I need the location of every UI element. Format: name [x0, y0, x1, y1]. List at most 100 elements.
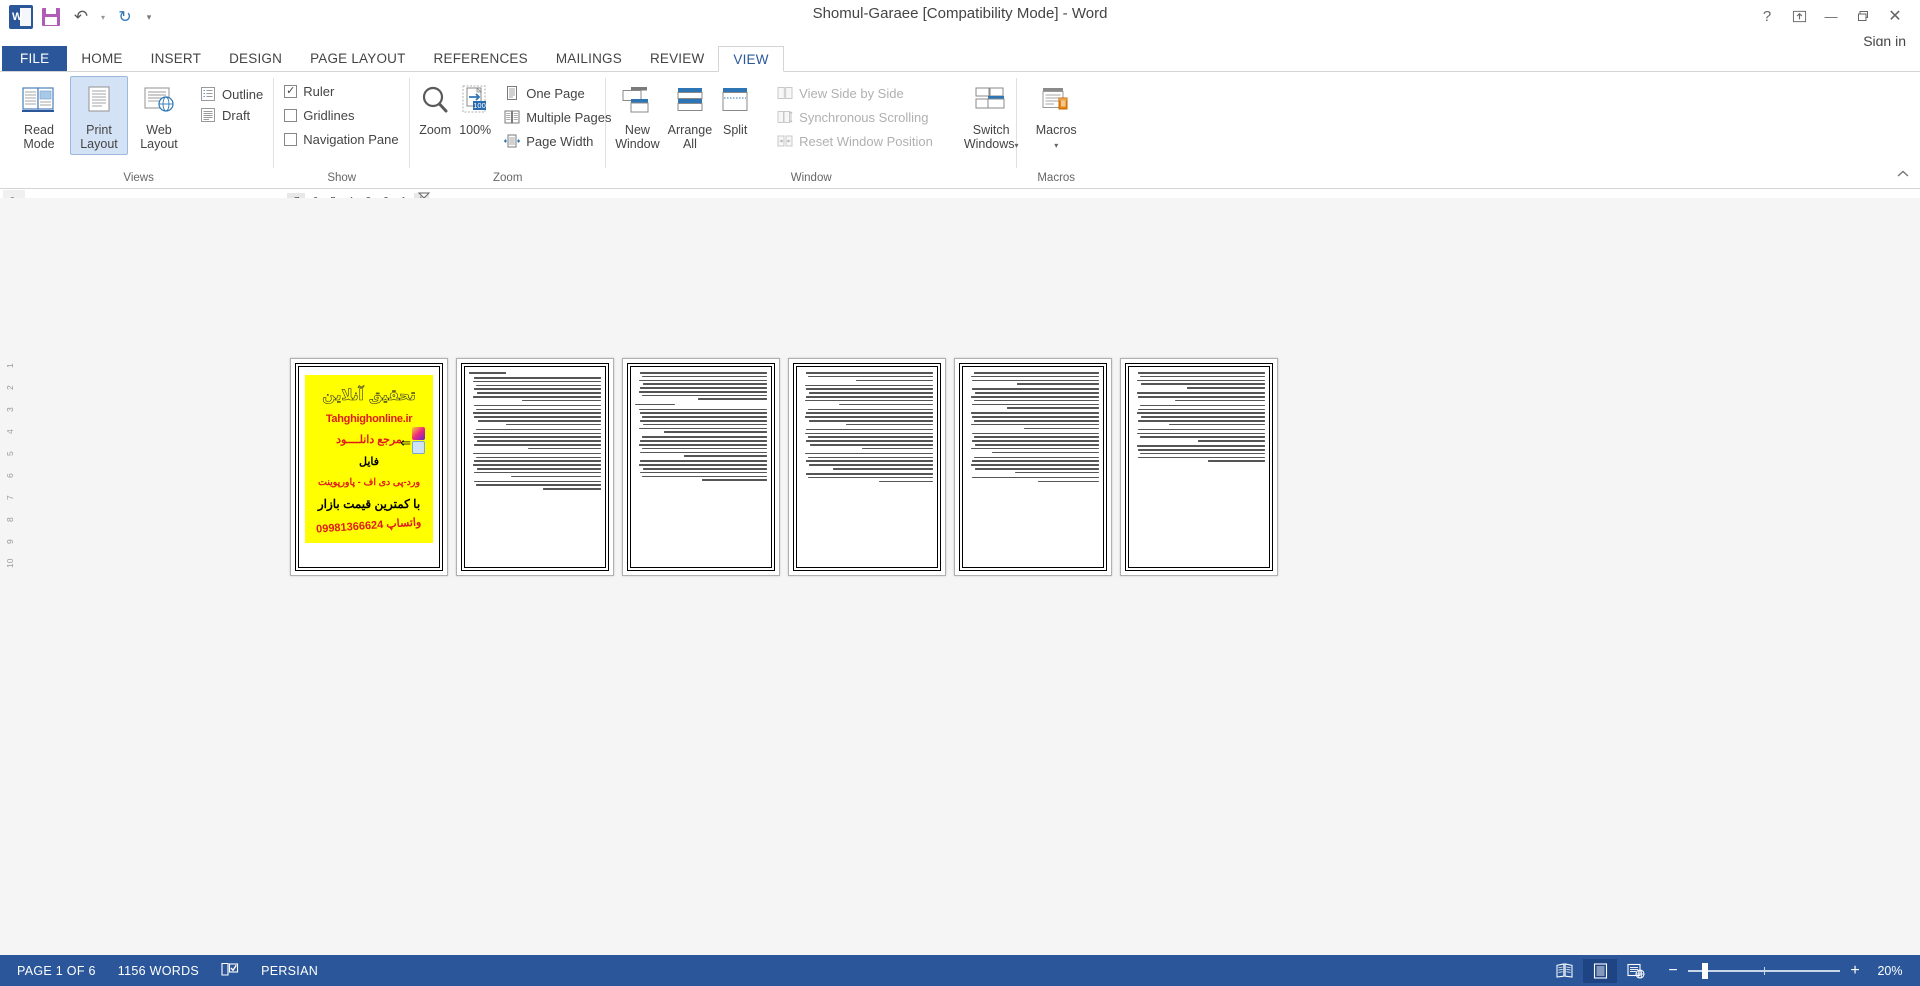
print-layout-button[interactable]: Print Layout	[70, 76, 128, 155]
zoom-out-button[interactable]: −	[1662, 962, 1684, 980]
page-2-border	[461, 363, 609, 571]
macros-button[interactable]: Macros ▾	[1027, 76, 1085, 157]
print-layout-label-line1: Print	[86, 123, 112, 137]
document-page-2[interactable]	[456, 358, 614, 576]
status-web-layout-button[interactable]	[1619, 959, 1653, 983]
zoom-slider[interactable]: − + 20%	[1662, 962, 1914, 980]
proofing-status-button[interactable]	[210, 962, 250, 980]
document-page-4[interactable]	[788, 358, 946, 576]
vruler-mark-1: 1	[5, 363, 15, 368]
tab-insert[interactable]: INSERT	[137, 46, 215, 71]
zoom-percentage[interactable]: 20%	[1866, 964, 1914, 978]
app-menu-button[interactable]: W	[6, 4, 36, 30]
gridlines-checkbox[interactable]	[284, 109, 298, 122]
window-controls: ? — ✕	[1752, 3, 1910, 29]
word-count[interactable]: 1156 WORDS	[107, 964, 210, 978]
split-button[interactable]: Split	[717, 76, 753, 141]
status-print-layout-button[interactable]	[1583, 958, 1617, 983]
page-3-content	[630, 366, 772, 568]
page-6-border	[1125, 363, 1273, 571]
undo-button[interactable]: ↶	[66, 4, 96, 30]
zoom-100-label: 100%	[459, 123, 492, 137]
minimize-button[interactable]: —	[1816, 3, 1846, 29]
document-page-6[interactable]	[1120, 358, 1278, 576]
tab-page-layout[interactable]: PAGE LAYOUT	[296, 46, 419, 71]
outline-button[interactable]: Outline	[196, 85, 267, 103]
ruler-checkbox[interactable]	[284, 85, 298, 98]
tab-mailings[interactable]: MAILINGS	[542, 46, 636, 71]
advertisement-banner: تحقیق آنلاین Tahghighonline.ir مرجع دانل…	[305, 375, 433, 543]
arrange-all-label-line2: All	[682, 137, 697, 151]
page-6-content	[1128, 366, 1270, 568]
read-mode-button[interactable]: Read Mode	[10, 76, 68, 155]
page-4-border	[793, 363, 941, 571]
vruler-mark-5: 5	[5, 451, 15, 456]
status-read-mode-button[interactable]	[1547, 959, 1581, 983]
tab-file[interactable]: FILE	[2, 46, 68, 71]
ad-filetype: فایل	[359, 456, 380, 468]
page-4-content	[796, 366, 938, 568]
page-1-inner-border: تحقیق آنلاین Tahghighonline.ir مرجع دانل…	[298, 366, 440, 568]
close-button[interactable]: ✕	[1880, 3, 1910, 29]
web-layout-button[interactable]: Web Layout	[130, 76, 188, 155]
draft-button[interactable]: Draft	[196, 106, 267, 124]
web-layout-icon	[142, 80, 176, 120]
navigation-pane-checkbox[interactable]	[284, 133, 298, 146]
ad-social-icons	[412, 427, 425, 454]
chevron-down-icon: ▾	[100, 12, 105, 22]
page-5-border	[959, 363, 1107, 571]
ribbon-display-options-button[interactable]	[1784, 3, 1814, 29]
document-page-3[interactable]	[622, 358, 780, 576]
collapse-ribbon-button[interactable]	[1896, 167, 1910, 182]
one-page-button[interactable]: One Page	[500, 84, 615, 102]
navigation-pane-checkbox-item[interactable]: Navigation Pane	[280, 131, 402, 148]
title-bar: W ↶ ▾ ↻ ▾ Shomul-Garaee [Compatibility M…	[0, 0, 1920, 49]
document-canvas[interactable]: 1 2 3 4 5 6 7 8 9 10 تحقیق آنلاین Tahghi…	[0, 198, 1920, 955]
zoom-100-button[interactable]: 100 100%	[456, 76, 494, 141]
web-layout-label-line1: Web	[146, 123, 172, 137]
draft-icon	[201, 108, 215, 122]
tab-review[interactable]: REVIEW	[636, 46, 718, 71]
tab-references[interactable]: REFERENCES	[420, 46, 542, 71]
document-page-5[interactable]	[954, 358, 1112, 576]
zoom-slider-track[interactable]	[1688, 962, 1840, 979]
outline-icon	[201, 87, 215, 101]
zoom-in-button[interactable]: +	[1844, 962, 1866, 980]
page-width-label: Page Width	[526, 133, 594, 149]
help-button[interactable]: ?	[1752, 3, 1782, 29]
page-indicator[interactable]: PAGE 1 OF 6	[6, 964, 107, 978]
ruler-checkbox-item[interactable]: Ruler	[280, 83, 402, 100]
view-side-by-side-icon	[777, 87, 793, 99]
view-side-by-side-label: View Side by Side	[799, 85, 904, 101]
arrange-all-button[interactable]: Arrange All	[665, 76, 715, 155]
zoom-button[interactable]: Zoom	[416, 76, 454, 141]
restore-button[interactable]	[1848, 3, 1878, 29]
close-icon: ✕	[1888, 8, 1902, 25]
language-indicator[interactable]: PERSIAN	[250, 964, 329, 978]
tab-view[interactable]: VIEW	[718, 46, 784, 72]
ad-heading: تحقیق آنلاین	[322, 385, 416, 404]
ribbon-group-macros: Macros ▾ Macros	[1017, 72, 1095, 188]
zoom-slider-handle[interactable]	[1702, 962, 1708, 979]
tab-design[interactable]: DESIGN	[215, 46, 296, 71]
customize-qat-button[interactable]: ▾	[140, 4, 158, 30]
views-group-label: Views	[123, 172, 154, 184]
gridlines-checkbox-item[interactable]: Gridlines	[280, 107, 402, 124]
multiple-pages-label: Multiple Pages	[526, 109, 612, 125]
switch-windows-icon	[974, 80, 1008, 120]
multiple-pages-button[interactable]: Multiple Pages	[500, 108, 615, 126]
switch-windows-button[interactable]: Switch Windows▾	[961, 76, 1022, 157]
synchronous-scrolling-label: Synchronous Scrolling	[799, 109, 929, 125]
undo-dropdown-button[interactable]: ▾	[96, 4, 110, 30]
arrange-all-icon	[674, 80, 706, 120]
globe-search-icon	[412, 441, 425, 454]
tab-home[interactable]: HOME	[67, 46, 136, 71]
window-group-label: Window	[790, 172, 832, 184]
ad-website: Tahghighonline.ir	[325, 412, 413, 425]
redo-button[interactable]: ↻	[110, 4, 140, 30]
page-width-button[interactable]: Page Width	[500, 132, 615, 150]
new-window-button[interactable]: New Window	[612, 76, 662, 155]
save-button[interactable]	[36, 4, 66, 30]
macros-group-label: Macros	[1037, 172, 1076, 184]
document-page-1[interactable]: تحقیق آنلاین Tahghighonline.ir مرجع دانل…	[290, 358, 448, 576]
